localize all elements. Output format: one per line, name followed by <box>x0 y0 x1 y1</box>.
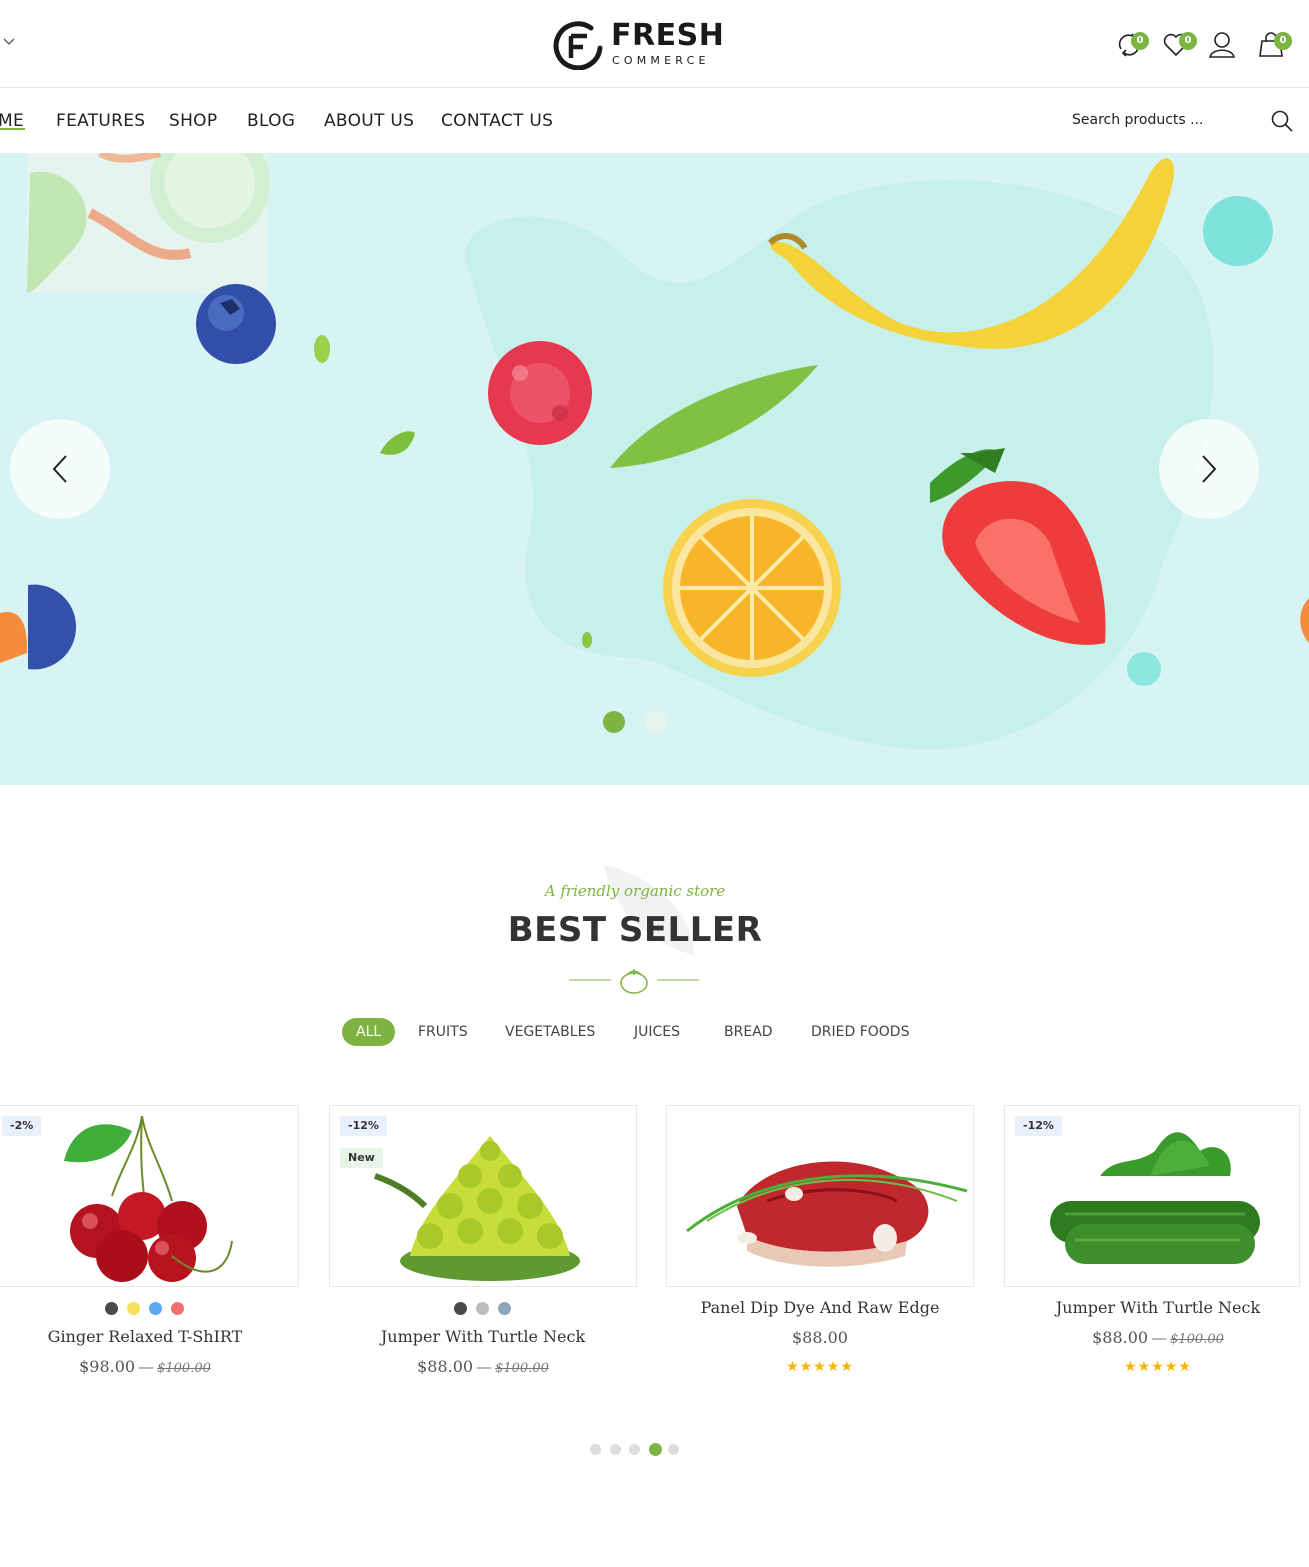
product-title[interactable]: Panel Dip Dye And Raw Edge <box>666 1298 974 1317</box>
price-separator: — <box>476 1357 493 1376</box>
cart-button[interactable]: 0 <box>1256 28 1292 62</box>
product-price: $88.00— $100.00 <box>329 1357 637 1376</box>
search-icon[interactable] <box>1270 109 1294 133</box>
carousel-dot[interactable] <box>668 1444 679 1455</box>
current-price: $98.00 <box>79 1357 136 1376</box>
filter-tab-vegetables[interactable]: VEGETABLES <box>505 1022 595 1042</box>
filter-tab-dried-foods[interactable]: DRIED FOODS <box>811 1022 909 1042</box>
filter-tab-all[interactable]: ALL <box>342 1018 396 1046</box>
main-navigation: ME FEATURES SHOP BLOG ABOUT US CONTACT U… <box>0 89 1309 153</box>
swatch-blue[interactable] <box>149 1302 162 1315</box>
section-subtitle: A friendly organic store <box>544 882 726 900</box>
hero-fruit-illustration <box>0 153 1309 750</box>
logo-subtext: COMMERCE <box>612 54 710 67</box>
rating-stars: ★★★★★ <box>786 1358 854 1374</box>
discount-badge: -12% <box>340 1116 387 1136</box>
old-price: $100.00 <box>157 1361 211 1376</box>
slider-next-button[interactable] <box>1159 419 1259 519</box>
carousel-dot[interactable] <box>609 1444 621 1455</box>
discount-badge: -12% <box>1015 1116 1062 1136</box>
user-icon <box>1209 32 1235 58</box>
wishlist-button[interactable]: 0 <box>1161 28 1197 62</box>
price-separator: — <box>1151 1328 1168 1347</box>
product-title[interactable]: Jumper With Turtle Neck <box>329 1327 637 1346</box>
old-price: $100.00 <box>495 1361 549 1376</box>
old-price: $100.00 <box>1170 1332 1224 1347</box>
product-card-image[interactable]: -12% <box>1004 1105 1300 1287</box>
price-separator: — <box>138 1357 155 1376</box>
current-price: $88.00 <box>792 1328 848 1347</box>
chevron-left-icon <box>52 455 67 483</box>
new-badge: New <box>340 1148 383 1168</box>
swatch-dark[interactable] <box>454 1302 467 1315</box>
product-price: $88.00 <box>666 1328 974 1347</box>
filter-tab-juices[interactable]: JUICES <box>634 1022 680 1042</box>
top-header: FRESH COMMERCE 0 0 0 <box>0 0 1309 88</box>
product-price: $88.00— $100.00 <box>1004 1328 1309 1347</box>
hero-slider[interactable] <box>0 153 1309 785</box>
nav-item-blog[interactable]: BLOG <box>247 110 295 132</box>
tomato-divider-icon <box>569 969 699 994</box>
compare-count-badge: 0 <box>1131 32 1149 50</box>
rating-stars: ★★★★★ <box>1124 1358 1192 1374</box>
carousel-dot[interactable] <box>629 1444 640 1455</box>
cart-count-badge: 0 <box>1274 32 1292 50</box>
current-price: $88.00 <box>1092 1328 1149 1347</box>
nav-active-indicator <box>0 128 25 130</box>
current-price: $88.00 <box>417 1357 474 1376</box>
nav-item-contact-us[interactable]: CONTACT US <box>441 110 553 132</box>
cherries-product-image <box>64 1115 233 1282</box>
product-card-image[interactable]: -2% <box>0 1105 299 1287</box>
swatch-red[interactable] <box>171 1302 184 1315</box>
chevron-right-icon <box>1202 455 1217 483</box>
logo-text: FRESH <box>611 18 725 53</box>
category-filter-tabs: ALL FRUITS VEGETABLES JUICES BREAD DRIED… <box>0 1018 1309 1046</box>
slider-prev-button[interactable] <box>10 419 110 519</box>
account-button[interactable] <box>1206 28 1240 62</box>
carousel-dot[interactable] <box>590 1444 601 1455</box>
swatch-grey[interactable] <box>476 1302 489 1315</box>
section-title: BEST SELLER <box>507 910 763 950</box>
slider-dot[interactable] <box>603 711 625 733</box>
discount-badge: -2% <box>2 1116 42 1136</box>
product-title[interactable]: Ginger Relaxed T-ShIRT <box>0 1327 299 1346</box>
wishlist-count-badge: 0 <box>1179 32 1197 50</box>
steak-product-image <box>686 1161 968 1267</box>
product-price: $98.00— $100.00 <box>0 1357 299 1376</box>
nav-item-about-us[interactable]: ABOUT US <box>324 110 414 132</box>
chevron-down-icon[interactable] <box>2 34 16 48</box>
product-title[interactable]: Jumper With Turtle Neck <box>1004 1298 1309 1317</box>
nav-item-shop[interactable]: SHOP <box>169 110 217 132</box>
swatch-dark[interactable] <box>105 1302 118 1315</box>
swatch-blue-grey[interactable] <box>498 1302 511 1315</box>
swatch-yellow[interactable] <box>127 1302 140 1315</box>
slider-dot[interactable] <box>645 711 667 733</box>
search-input[interactable]: Search products ... <box>1072 110 1204 130</box>
product-card-image[interactable]: -12% New <box>329 1105 637 1287</box>
logo-mark-icon <box>553 21 603 70</box>
carousel-dot[interactable] <box>648 1443 662 1456</box>
filter-tab-bread[interactable]: BREAD <box>724 1022 773 1042</box>
nav-item-features[interactable]: FEATURES <box>56 110 145 132</box>
filter-tab-fruits[interactable]: FRUITS <box>418 1022 468 1042</box>
product-card-image[interactable] <box>666 1105 974 1287</box>
brand-logo[interactable]: FRESH COMMERCE <box>553 18 725 72</box>
compare-button[interactable]: 0 <box>1113 28 1149 62</box>
